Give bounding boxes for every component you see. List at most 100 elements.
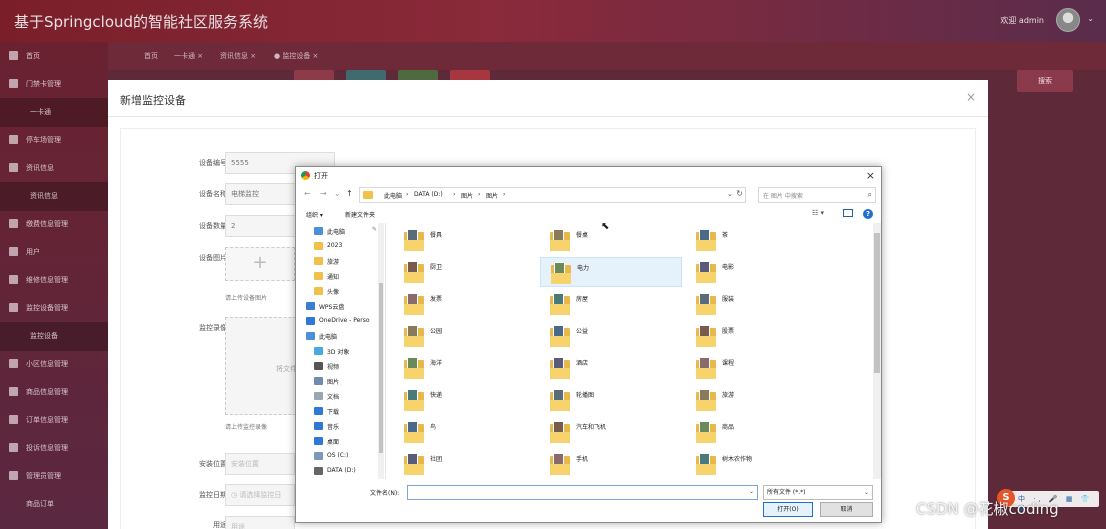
avatar[interactable] <box>1056 8 1080 32</box>
sidebar-item[interactable]: 管理员管理 <box>0 462 108 491</box>
tree-item-label: 文档 <box>327 394 340 401</box>
tab[interactable]: 资讯信息 × <box>220 51 256 61</box>
breadcrumb-data-drive[interactable]: DATA (D:) <box>414 191 443 198</box>
app-title: 基于Springcloud的智能社区服务系统 <box>14 13 269 31</box>
breadcrumb-separator[interactable]: › <box>406 191 408 198</box>
scrollbar[interactable] <box>378 223 384 479</box>
location-label: 安装位置 <box>199 460 227 468</box>
up-arrow-icon[interactable]: ↑ <box>346 189 353 198</box>
breadcrumb-this-pc[interactable]: 此电脑 <box>384 191 402 200</box>
search-button[interactable]: 搜索 <box>1017 70 1073 92</box>
breadcrumb-pictures-sub[interactable]: 图片 <box>486 191 498 200</box>
address-bar[interactable]: 此电脑 › DATA (D:) › 图片 › 图片 › ⌄ ↻ <box>359 187 746 203</box>
sidebar-item[interactable]: 商品信息管理 <box>0 378 108 407</box>
recent-dropdown-icon[interactable]: ⌄ <box>334 189 341 198</box>
sidebar-item[interactable]: 商品订单 <box>0 490 108 519</box>
mouse-cursor-icon: ⬉ <box>601 221 610 232</box>
tab[interactable]: 首页 <box>144 51 158 61</box>
file-item[interactable]: 房屋 <box>540 289 682 319</box>
usage-input[interactable]: 用途 <box>225 516 295 529</box>
file-item[interactable]: 旅游 <box>686 385 828 415</box>
close-icon[interactable]: × <box>866 169 875 182</box>
file-item[interactable]: 茶 <box>686 225 828 255</box>
file-item[interactable]: 手机 <box>540 449 682 479</box>
view-options-icon[interactable]: ☷ ▾ <box>812 209 824 217</box>
folder-icon <box>314 347 323 355</box>
file-item-label: 餐具 <box>430 232 443 239</box>
sidebar-item[interactable]: 用户 <box>0 238 108 267</box>
breadcrumb-pictures[interactable]: 图片 <box>461 191 473 200</box>
search-input[interactable]: 在 图片 中搜索 ⌕ <box>758 187 876 203</box>
sidebar-item[interactable]: 资讯信息 <box>0 182 108 211</box>
organize-menu[interactable]: 组织 ▾ <box>306 210 323 219</box>
sidebar-item-label: 维修信息管理 <box>26 276 68 284</box>
sidebar-item[interactable]: 小区信息管理 <box>0 350 108 379</box>
tab[interactable]: ● 监控设备 × <box>274 51 318 61</box>
pin-icon[interactable]: ✎ <box>372 226 377 233</box>
help-icon[interactable]: ? <box>863 209 873 219</box>
breadcrumb-separator[interactable]: › <box>478 191 480 198</box>
file-item[interactable]: 股票 <box>686 321 828 351</box>
sidebar-item[interactable]: 监控设备 <box>0 322 108 351</box>
file-item[interactable]: 电力 <box>540 257 682 287</box>
breadcrumb-separator[interactable]: › <box>453 191 455 198</box>
file-item[interactable]: 海洋 <box>394 353 536 383</box>
open-button[interactable]: 打开(O) <box>763 502 813 517</box>
sidebar-item[interactable]: 门禁卡管理 <box>0 70 108 99</box>
back-arrow-icon[interactable]: ← <box>304 189 311 198</box>
tree-item-label: DATA (D:) <box>327 467 356 474</box>
date-picker[interactable]: ◷ 请选择监控日 <box>225 484 295 506</box>
file-item[interactable]: 公益 <box>540 321 682 351</box>
sidebar-item[interactable]: 订单信息管理 <box>0 406 108 435</box>
file-item[interactable]: 酒店 <box>540 353 682 383</box>
chevron-down-icon[interactable]: ⌄ <box>749 488 754 495</box>
filetype-select[interactable]: 所有文件 (*.*) ⌄ <box>763 485 873 500</box>
file-item[interactable]: 树木农作物 <box>686 449 828 479</box>
forward-arrow-icon[interactable]: → <box>320 189 327 198</box>
sidebar-item[interactable]: 投诉信息管理 <box>0 434 108 463</box>
sidebar-item[interactable]: 监控设备管理 <box>0 294 108 323</box>
tab[interactable]: 一卡通 × <box>174 51 203 61</box>
folder-icon <box>314 467 323 475</box>
file-item[interactable]: 厨卫 <box>394 257 536 287</box>
image-upload-box[interactable]: + <box>225 247 295 281</box>
file-item[interactable]: 餐具 <box>394 225 536 255</box>
sidebar-item[interactable]: 一卡通 <box>0 98 108 127</box>
scrollbar-thumb[interactable] <box>379 283 383 453</box>
file-item[interactable]: 餐桌 <box>540 225 682 255</box>
scrollbar[interactable] <box>873 223 881 479</box>
list-icon <box>9 163 18 172</box>
folder-icon <box>306 302 315 310</box>
close-icon[interactable]: × <box>966 90 976 104</box>
file-item[interactable]: 服装 <box>686 289 828 319</box>
file-item[interactable]: 公园 <box>394 321 536 351</box>
refresh-icon[interactable]: ↻ <box>736 189 743 198</box>
file-item[interactable]: 电影 <box>686 257 828 287</box>
cancel-button[interactable]: 取消 <box>820 502 873 517</box>
usage-label: 用途 <box>213 521 227 529</box>
file-item[interactable]: 商品 <box>686 417 828 447</box>
file-item[interactable]: 鸟 <box>394 417 536 447</box>
breadcrumb-separator[interactable]: › <box>503 191 505 198</box>
tree-item-label: OS (C:) <box>327 452 349 459</box>
sidebar-item[interactable]: 停车场管理 <box>0 126 108 155</box>
location-input[interactable]: 安装位置 <box>225 453 295 475</box>
sidebar-item[interactable]: 资讯信息 <box>0 154 108 183</box>
sidebar-item[interactable]: 维修信息管理 <box>0 266 108 295</box>
file-item[interactable]: 发票 <box>394 289 536 319</box>
file-item[interactable]: 轮播图 <box>540 385 682 415</box>
chevron-down-icon[interactable]: ⌄ <box>727 190 733 198</box>
file-item[interactable]: 课程 <box>686 353 828 383</box>
file-item[interactable]: 汽车和飞机 <box>540 417 682 447</box>
sidebar-item[interactable]: 首页 <box>0 42 108 71</box>
preview-pane-icon[interactable] <box>843 209 853 217</box>
file-item[interactable]: 社团 <box>394 449 536 479</box>
grid-icon <box>9 135 18 144</box>
filename-input[interactable]: ⌄ <box>407 485 758 500</box>
sidebar-item[interactable]: 缴费信息管理 <box>0 210 108 239</box>
file-item-label: 茶 <box>722 232 729 239</box>
scrollbar-thumb[interactable] <box>874 233 880 373</box>
file-item[interactable]: 快递 <box>394 385 536 415</box>
chevron-down-icon[interactable]: ⌄ <box>1087 14 1094 23</box>
new-folder-button[interactable]: 新建文件夹 <box>345 210 375 219</box>
